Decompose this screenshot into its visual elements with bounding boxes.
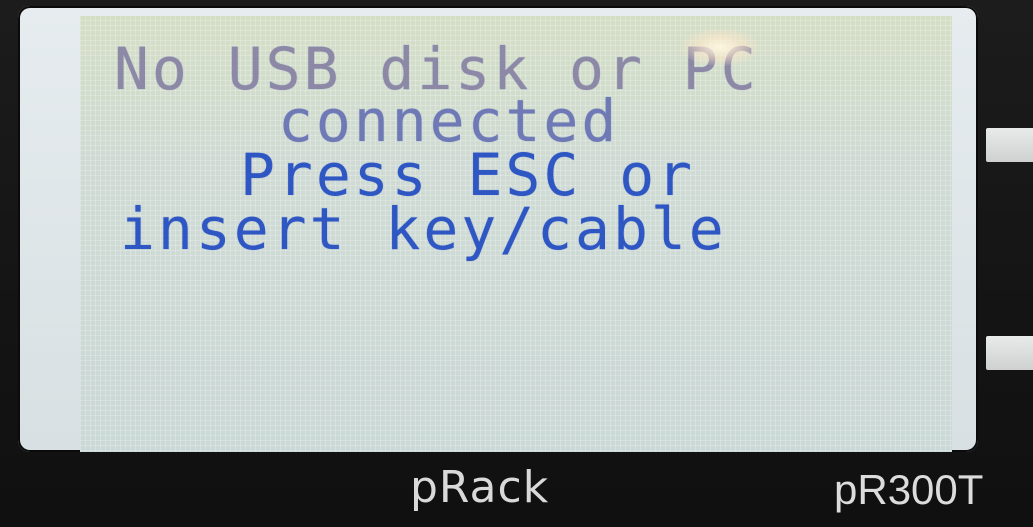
message-line-4: insert key/cable [120,195,727,263]
lcd-screen: No USB disk or PC connected Press ESC or… [80,16,952,452]
side-button-top[interactable] [986,128,1033,162]
lcd-bezel: No USB disk or PC connected Press ESC or… [18,6,978,452]
model-label: pR300T [834,466,984,513]
brand-logo: pRack [410,462,550,513]
screen-glare [680,28,760,66]
controller-panel: No USB disk or PC connected Press ESC or… [0,0,1033,527]
side-button-bottom[interactable] [986,336,1033,370]
